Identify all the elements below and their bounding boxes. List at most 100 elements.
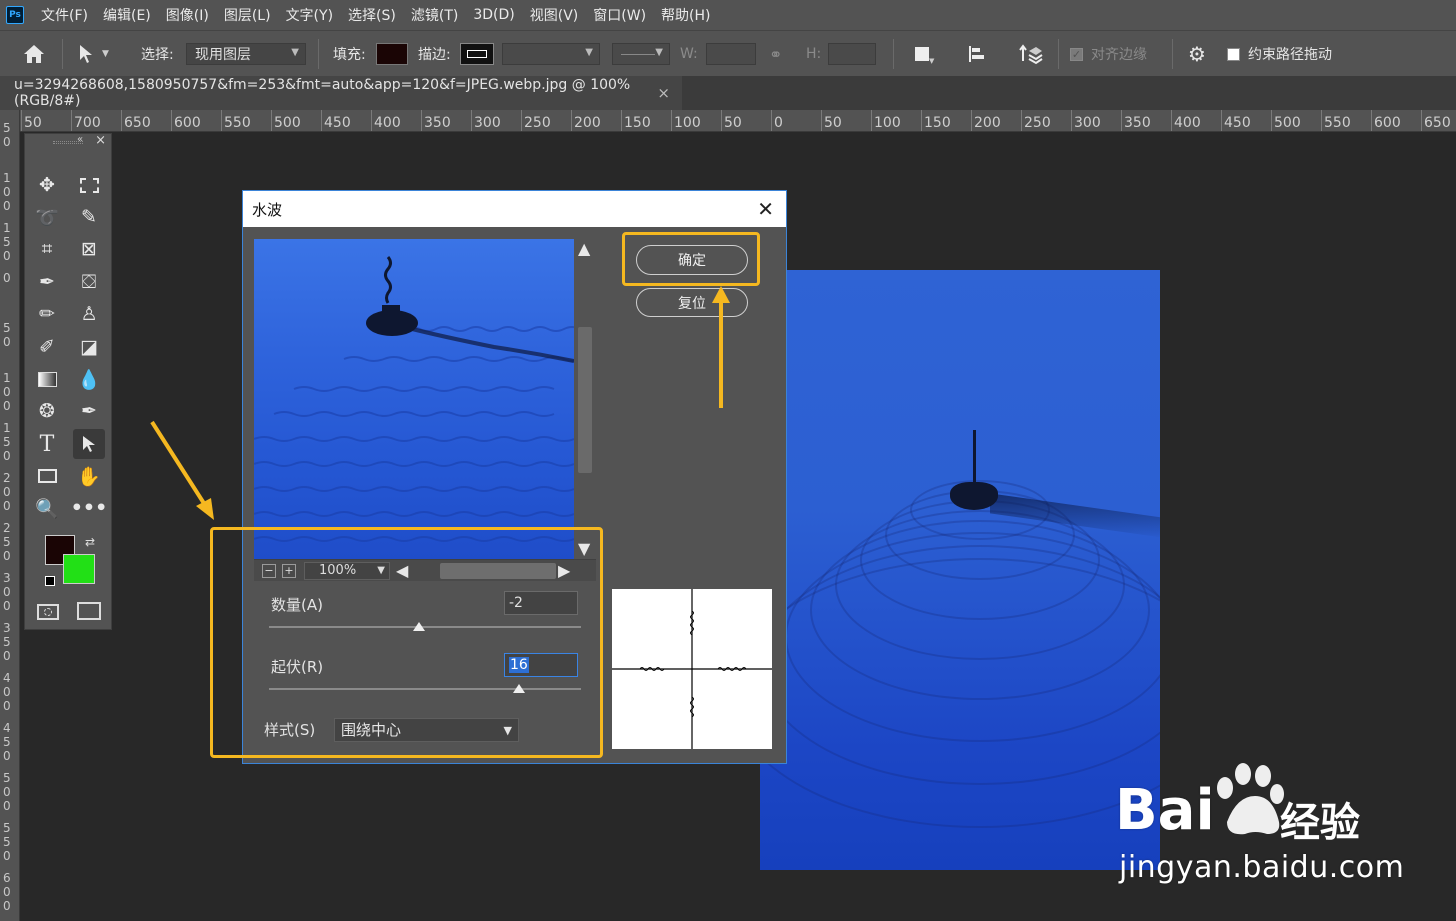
home-icon[interactable] <box>22 31 46 77</box>
svg-text:0: 0 <box>3 185 11 199</box>
path-select-tool-icon[interactable] <box>73 429 105 459</box>
dodge-tool-icon[interactable]: ❂ <box>31 396 63 426</box>
gear-icon[interactable]: ⚙ <box>1188 31 1206 77</box>
ruler-tick-label: 100 <box>871 110 901 131</box>
ruler-tick-label: 450 <box>321 110 351 131</box>
close-icon[interactable]: × <box>657 84 670 102</box>
ruler-tick-label: 150 <box>921 110 951 131</box>
menu-image[interactable]: 图像(I) <box>166 5 209 25</box>
stroke-type-dropdown[interactable]: ▼ <box>612 43 670 65</box>
stroke-width-field[interactable]: ▼ <box>502 43 600 65</box>
close-icon[interactable]: × <box>95 133 106 148</box>
link-icon[interactable]: ⚭ <box>769 31 782 77</box>
vertical-scroll-thumb[interactable] <box>578 327 592 473</box>
menu-select[interactable]: 选择(S) <box>348 5 396 25</box>
eyedropper-tool-icon[interactable]: ✒ <box>31 267 63 297</box>
document-tab-bar: u=3294268608,1580950757&fm=253&fmt=auto&… <box>0 76 1456 110</box>
menu-file[interactable]: 文件(F) <box>41 5 88 25</box>
frame-tool-icon[interactable]: ⊠ <box>73 234 105 264</box>
pen-tool-icon[interactable]: ✒ <box>73 396 105 426</box>
paw-logo-icon <box>1217 763 1284 835</box>
baidu-watermark: Bai 经验 jingyan.baidu.com <box>1115 760 1435 890</box>
fill-label: 填充: <box>333 47 366 63</box>
stamp-tool-icon[interactable]: ♙ <box>73 299 105 329</box>
document-tab[interactable]: u=3294268608,1580950757&fm=253&fmt=auto&… <box>0 76 682 110</box>
svg-text:5: 5 <box>3 635 11 649</box>
brush-tool-icon[interactable]: ✏ <box>31 299 63 329</box>
svg-text:2: 2 <box>3 471 11 485</box>
svg-text:0: 0 <box>3 685 11 699</box>
menu-filter[interactable]: 滤镜(T) <box>411 5 458 25</box>
more-tools-icon[interactable]: ••• <box>71 493 107 523</box>
patch-tool-icon[interactable]: ⛋ <box>73 267 105 297</box>
svg-text:5: 5 <box>3 235 11 249</box>
ruler-tick-label: 500 <box>271 110 301 131</box>
lasso-tool-icon[interactable]: ➰ <box>31 202 63 232</box>
align-edges-label: 对齐边缘 <box>1091 47 1147 63</box>
svg-text:5: 5 <box>3 835 11 849</box>
swap-colors-icon[interactable]: ⇄ <box>85 535 95 549</box>
close-icon[interactable]: ✕ <box>757 197 774 221</box>
dialog-titlebar[interactable]: 水波 ✕ <box>243 191 786 227</box>
default-colors-icon[interactable] <box>45 576 55 586</box>
menu-layer[interactable]: 图层(L) <box>224 5 271 25</box>
select-layer-dropdown[interactable]: 现用图层 ▼ <box>186 43 306 65</box>
svg-text:1: 1 <box>3 371 11 385</box>
eraser-tool-icon[interactable]: ◪ <box>73 332 105 362</box>
screen-mode-icon[interactable] <box>77 602 101 620</box>
watermark-brand-suffix: 经验 <box>1280 800 1360 846</box>
path-arrangement-icon[interactable] <box>1019 31 1043 77</box>
preview-vertical-scrollbar[interactable]: ▲ ▼ <box>575 239 595 559</box>
ruler-tick-label: 150 <box>621 110 651 131</box>
quick-mask-icon[interactable] <box>37 604 59 620</box>
w-label: W: <box>680 46 698 62</box>
zoom-tool-icon[interactable]: 🔍 <box>31 493 63 523</box>
menu-view[interactable]: 视图(V) <box>530 5 579 25</box>
vertical-ruler: 50 100 150 0 50 100 150 200 250 300 350 … <box>0 110 20 921</box>
svg-text:3: 3 <box>3 571 11 585</box>
menu-3d[interactable]: 3D(D) <box>473 7 514 23</box>
ruler-tick-label: 550 <box>221 110 251 131</box>
reset-button[interactable]: 复位 <box>636 288 748 317</box>
hand-tool-icon[interactable]: ✋ <box>73 461 105 491</box>
ruler-tick-label: 600 <box>171 110 201 131</box>
tools-panel-header[interactable]: « × <box>25 133 111 151</box>
svg-text:0: 0 <box>3 699 11 713</box>
svg-text:5: 5 <box>3 821 11 835</box>
ruler-tick-label: 650 <box>1421 110 1451 131</box>
svg-text:0: 0 <box>3 799 11 813</box>
filter-preview[interactable] <box>254 239 574 559</box>
collapse-icon[interactable]: « <box>77 134 83 145</box>
move-tool-icon[interactable]: ✥ <box>31 170 63 200</box>
svg-text:0: 0 <box>3 885 11 899</box>
svg-text:1: 1 <box>3 171 11 185</box>
stroke-swatch[interactable] <box>460 31 494 77</box>
menu-edit[interactable]: 编辑(E) <box>103 5 151 25</box>
ruler-tick-label: 350 <box>421 110 451 131</box>
scroll-up-arrow-icon[interactable]: ▲ <box>578 241 590 257</box>
constrain-path-checkbox[interactable]: 约束路径拖动 <box>1227 31 1332 77</box>
type-tool-icon[interactable]: T <box>31 429 63 459</box>
blur-tool-icon[interactable]: 💧 <box>73 364 105 394</box>
quick-select-tool-icon[interactable]: ✎ <box>73 202 105 232</box>
ruler-tick-label: 200 <box>971 110 1001 131</box>
crop-tool-icon[interactable]: ⌗ <box>31 234 63 264</box>
path-alignment-icon[interactable] <box>967 31 987 77</box>
marquee-tool-icon[interactable] <box>73 170 105 200</box>
align-edges-checkbox[interactable]: ✓ 对齐边缘 <box>1070 31 1147 77</box>
menu-help[interactable]: 帮助(H) <box>661 5 710 25</box>
svg-text:0: 0 <box>3 649 11 663</box>
path-operations-icon[interactable]: ▼ <box>915 31 934 77</box>
menu-type[interactable]: 文字(Y) <box>286 5 333 25</box>
width-field[interactable] <box>706 43 756 65</box>
background-color-swatch[interactable] <box>63 554 95 584</box>
rectangle-tool-icon[interactable] <box>31 461 63 491</box>
height-field[interactable] <box>828 43 876 65</box>
gradient-tool-icon[interactable] <box>31 364 63 394</box>
fill-swatch[interactable] <box>376 31 408 77</box>
path-select-tool-icon[interactable]: ▼ <box>78 31 109 77</box>
history-brush-tool-icon[interactable]: ✐ <box>31 332 63 362</box>
displacement-graph <box>612 589 772 749</box>
svg-text:0: 0 <box>3 199 11 213</box>
menu-window[interactable]: 窗口(W) <box>593 5 646 25</box>
